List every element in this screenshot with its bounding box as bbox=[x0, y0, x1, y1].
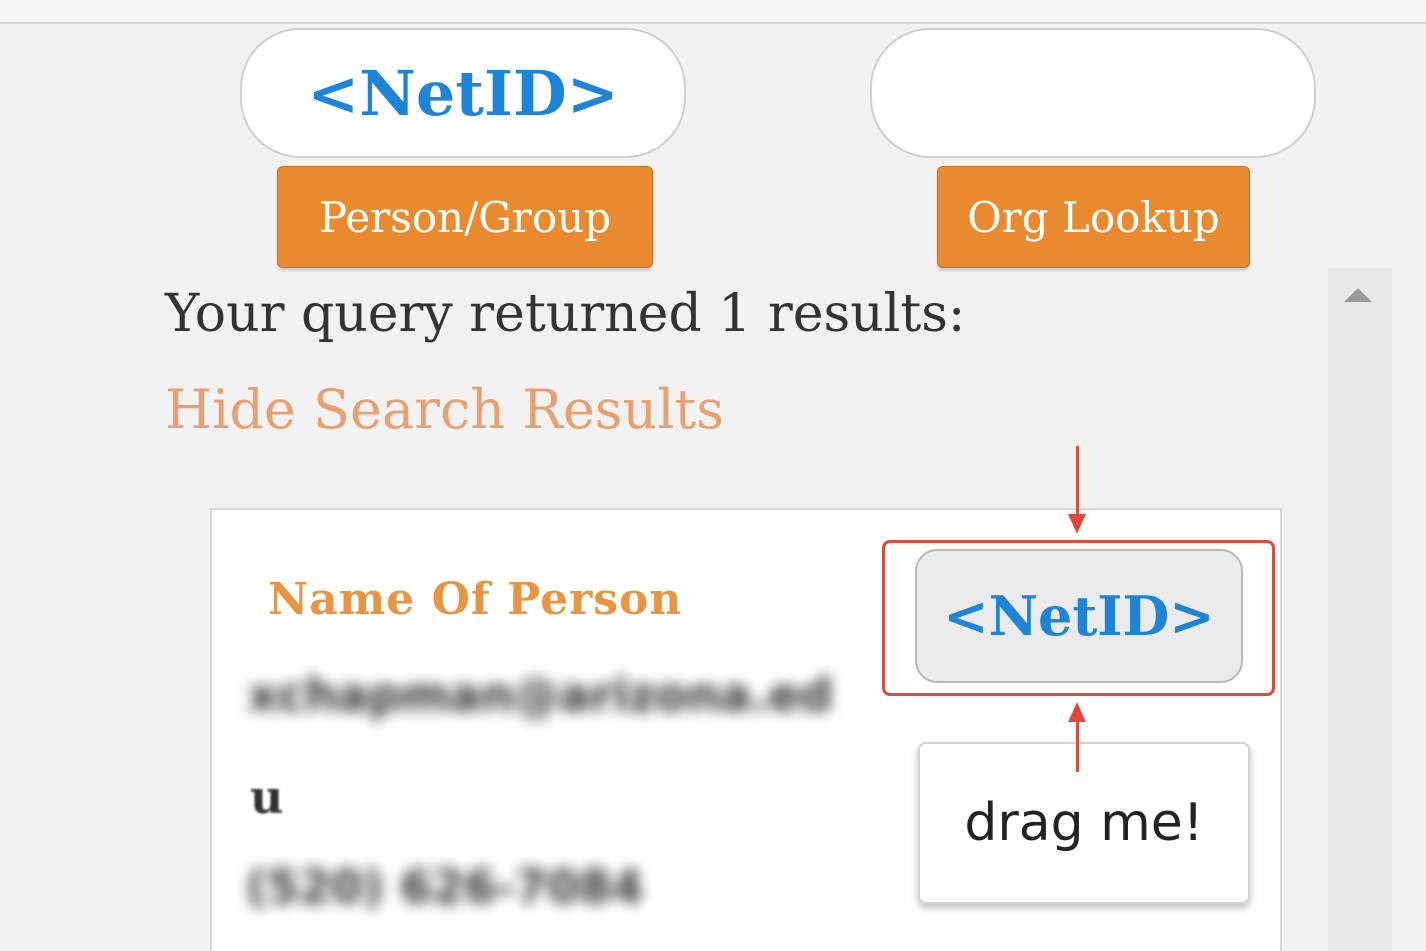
person-email-redacted: xchapman@arizona.ed bbox=[248, 668, 833, 722]
annotation-arrow-down-head bbox=[1068, 514, 1086, 534]
person-group-button[interactable]: Person/Group bbox=[277, 166, 653, 268]
scroll-up-arrow-icon[interactable] bbox=[1344, 288, 1372, 302]
top-bar bbox=[0, 0, 1426, 24]
netid-search-input[interactable]: <NetID> bbox=[240, 28, 686, 158]
results-scrollbar[interactable] bbox=[1328, 268, 1392, 951]
results-summary: Your query returned 1 results: bbox=[165, 284, 966, 344]
person-phone-redacted: (520) 626-7084 bbox=[246, 860, 644, 914]
person-email-continuation: u bbox=[250, 770, 284, 824]
annotation-arrow-up bbox=[1076, 720, 1079, 772]
org-lookup-button[interactable]: Org Lookup bbox=[937, 166, 1250, 268]
hide-search-results-link[interactable]: Hide Search Results bbox=[165, 378, 724, 441]
person-name: Name Of Person bbox=[268, 574, 683, 625]
annotation-arrow-down bbox=[1076, 446, 1079, 516]
netid-drop-tag[interactable]: <NetID> bbox=[915, 549, 1243, 683]
annotation-arrow-up-head bbox=[1068, 702, 1086, 722]
drag-me-tile[interactable]: drag me! bbox=[918, 742, 1250, 904]
org-search-input[interactable] bbox=[870, 28, 1316, 158]
